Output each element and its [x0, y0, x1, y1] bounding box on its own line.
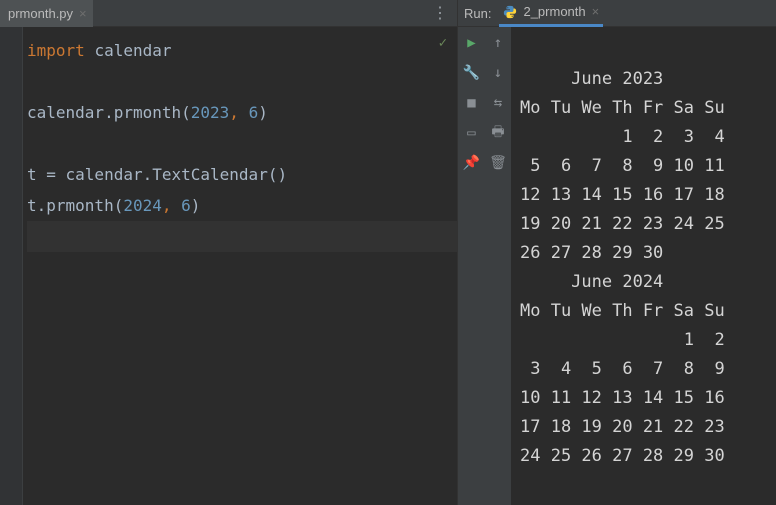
down-arrow-icon[interactable]: ↓	[490, 65, 506, 81]
run-header: Run: 2_prmonth ×	[457, 0, 776, 26]
trash-icon[interactable]: 🗑	[490, 155, 506, 171]
run-panel-label: Run:	[464, 6, 491, 21]
code-line	[27, 128, 457, 159]
editor-tab-prmonth[interactable]: prmonth.py ×	[0, 0, 93, 27]
wrench-icon[interactable]: 🔧	[464, 65, 480, 81]
code-editor[interactable]: import calendar calendar.prmonth(2023, 6)…	[23, 27, 457, 505]
more-icon[interactable]: ⋮	[432, 3, 449, 23]
editor-tabs: prmonth.py × ⋮	[0, 0, 457, 26]
code-line	[27, 221, 457, 252]
body: import calendar calendar.prmonth(2023, 6)…	[0, 27, 776, 505]
editor-gutter	[0, 27, 23, 505]
run-toolbar-right: ↑ ↓ ⇆ 🖶 🗑	[485, 27, 512, 505]
run-icon[interactable]: ▶	[464, 35, 480, 51]
run-tab-label: 2_prmonth	[523, 4, 585, 19]
stop-icon[interactable]: ■	[464, 95, 480, 111]
code-line: import calendar	[27, 35, 457, 66]
run-tab[interactable]: 2_prmonth ×	[499, 0, 603, 27]
wrap-icon[interactable]: ⇆	[490, 95, 506, 111]
up-arrow-icon[interactable]: ↑	[490, 35, 506, 51]
close-icon[interactable]: ×	[592, 4, 600, 19]
code-line: t.prmonth(2024, 6)	[27, 190, 457, 221]
run-toolbar-left: ▶ 🔧 ■ ▭ 📌	[458, 27, 485, 505]
code-line	[27, 66, 457, 97]
layout-icon[interactable]: ▭	[464, 125, 480, 141]
run-tool-window: ▶ 🔧 ■ ▭ 📌 ↑ ↓ ⇆ 🖶 🗑 June 2023 Mo Tu We T…	[457, 27, 776, 505]
python-icon	[503, 5, 517, 19]
run-console[interactable]: June 2023 Mo Tu We Th Fr Sa Su 1 2 3 4 5…	[512, 27, 776, 505]
pin-icon[interactable]: 📌	[464, 155, 480, 171]
check-icon: ✓	[439, 35, 447, 51]
header-bar: prmonth.py × ⋮ Run: 2_prmonth ×	[0, 0, 776, 27]
code-line: t = calendar.TextCalendar()	[27, 159, 457, 190]
print-icon[interactable]: 🖶	[490, 125, 506, 141]
editor-area: import calendar calendar.prmonth(2023, 6)…	[0, 27, 457, 505]
close-icon[interactable]: ×	[79, 6, 87, 21]
code-line: calendar.prmonth(2023, 6)	[27, 97, 457, 128]
editor-tab-label: prmonth.py	[8, 6, 73, 21]
